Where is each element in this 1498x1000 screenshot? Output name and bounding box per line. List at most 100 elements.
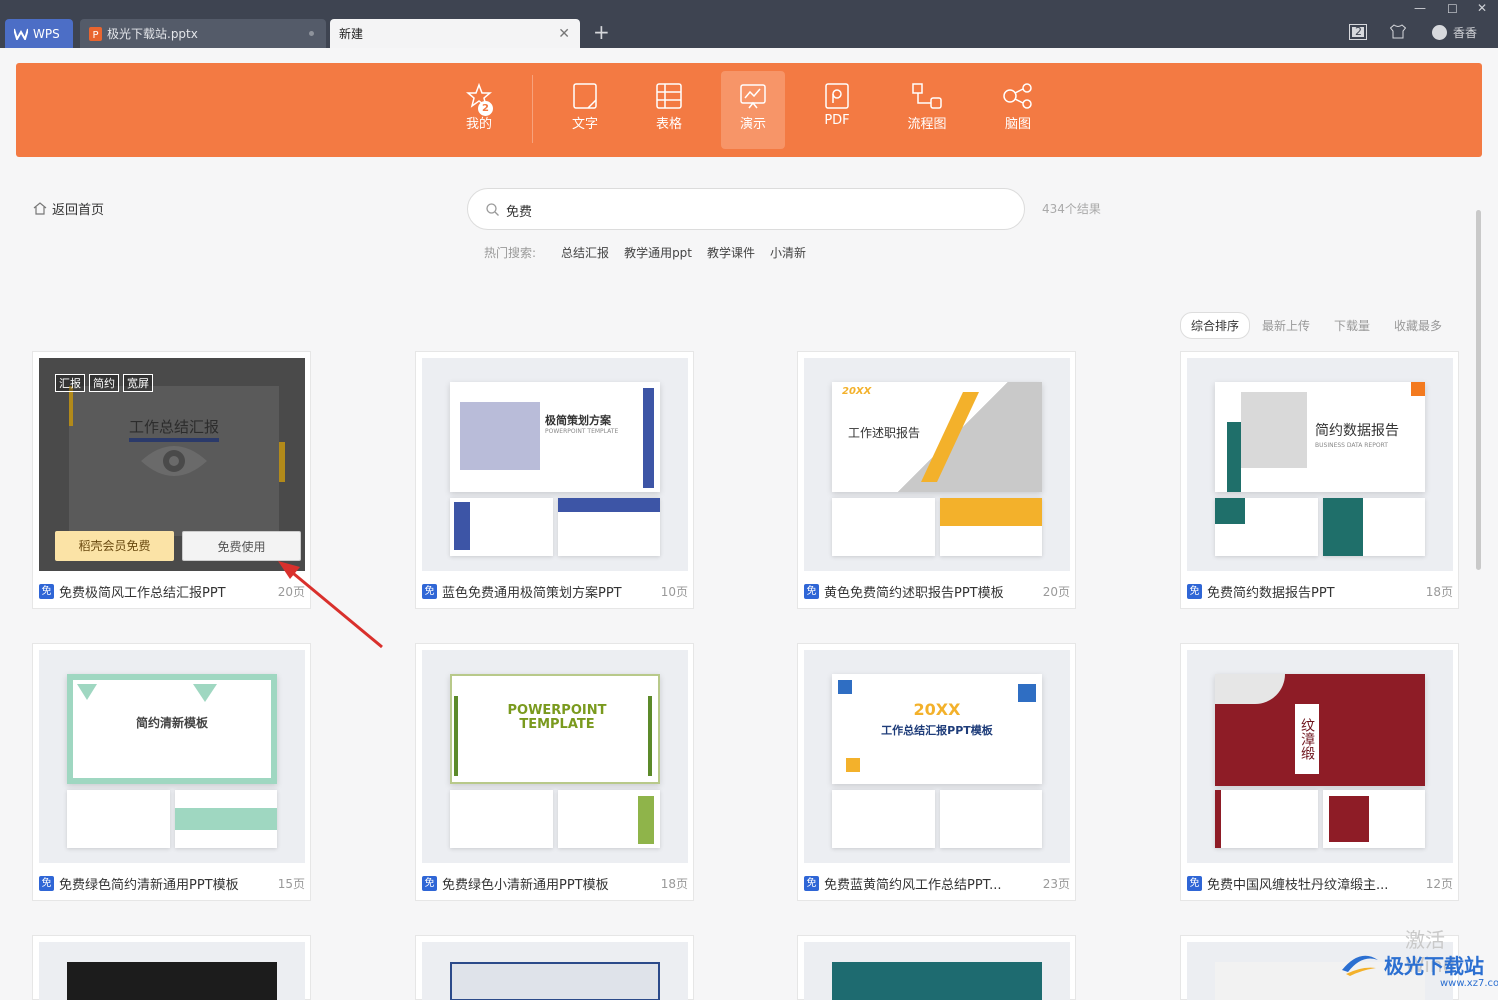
slide-thumb-small: [940, 498, 1042, 556]
hot-search-item[interactable]: 教学课件: [707, 244, 755, 261]
hot-search-item[interactable]: 总结汇报: [561, 244, 609, 261]
window-count-badge[interactable]: 2: [1349, 24, 1367, 40]
vertical-scrollbar[interactable]: [1476, 210, 1481, 570]
slide-thumb-small: [1215, 498, 1318, 556]
card-title[interactable]: 免费绿色小清新通用PPT模板: [442, 874, 655, 893]
template-thumbnail[interactable]: 简约数据报告 BUSINESS DATA REPORT: [1187, 358, 1453, 571]
template-card[interactable]: POWERPOINT TEMPLATE 免 免费绿色小清新通用PPT模板 18页: [415, 643, 694, 901]
slide-decoration: [1215, 674, 1285, 704]
minimize-icon[interactable]: —: [1414, 1, 1426, 15]
slide-subtitle: 20XX: [913, 700, 961, 719]
slide-preview: 简约数据报告 BUSINESS DATA REPORT: [1215, 382, 1425, 492]
presentation-icon: [740, 84, 766, 109]
template-card[interactable]: 20XX 工作述职报告 免 黄色免费简约述职报告PPT模板 20页: [797, 351, 1076, 609]
sort-favorites[interactable]: 收藏最多: [1382, 317, 1454, 334]
slide-preview: 极简策划方案 POWERPOINT TEMPLATE: [450, 382, 660, 492]
card-title[interactable]: 黄色免费简约述职报告PPT模板: [824, 582, 1037, 601]
nav-item-sheet[interactable]: 表格: [637, 71, 701, 149]
category-nav: 2 我的 文字 表格 演示 PDF 流程图 脑图: [16, 63, 1482, 157]
nav-item-doc[interactable]: 文字: [553, 71, 617, 149]
preview-eye-icon[interactable]: [139, 436, 209, 486]
slide-image: [460, 402, 540, 470]
template-thumbnail[interactable]: 纹漳缎: [1187, 650, 1453, 863]
slide-decoration: [1018, 684, 1036, 702]
user-name: 香香: [1453, 26, 1478, 40]
slide-accent: [1411, 382, 1425, 396]
slide-thumb-small: [558, 790, 660, 848]
template-thumbnail[interactable]: 简约清新模板: [39, 650, 305, 863]
card-meta: 免 免费绿色简约清新通用PPT模板 15页: [39, 874, 305, 893]
template-thumbnail[interactable]: 工作总结汇报 汇报 简约 宽屏 稻壳会员免费 免费使用: [39, 358, 305, 571]
card-title[interactable]: 免费简约数据报告PPT: [1207, 582, 1420, 601]
close-window-icon[interactable]: ✕: [1477, 1, 1487, 15]
template-card[interactable]: 极简策划方案 POWERPOINT TEMPLATE 免 蓝色免费通用极简策划方…: [415, 351, 694, 609]
back-home-link[interactable]: 返回首页: [33, 199, 104, 218]
close-tab-icon[interactable]: ✕: [558, 26, 570, 42]
slide-title: 纹漳缎: [1295, 704, 1319, 774]
template-thumbnail[interactable]: 极简策划方案 POWERPOINT TEMPLATE: [422, 358, 688, 571]
card-meta: 免 蓝色免费通用极简策划方案PPT 10页: [422, 582, 688, 601]
mine-badge: 2: [478, 101, 493, 116]
template-card[interactable]: [797, 935, 1076, 1000]
slide-thumb-small: [175, 790, 277, 848]
template-card[interactable]: 纹漳缎 免 免费中国风缠枝牡丹纹漳缎主... 12页: [1180, 643, 1459, 901]
hot-search-item[interactable]: 小清新: [770, 244, 806, 261]
template-thumbnail[interactable]: POWERPOINT TEMPLATE: [422, 650, 688, 863]
card-title[interactable]: 蓝色免费通用极简策划方案PPT: [442, 582, 655, 601]
free-badge: 免: [422, 584, 437, 599]
template-thumbnail[interactable]: [804, 942, 1070, 1000]
vip-free-button[interactable]: 稻壳会员免费: [55, 531, 174, 561]
nav-item-presentation[interactable]: 演示: [721, 71, 785, 149]
nav-item-pdf[interactable]: PDF: [805, 71, 869, 149]
card-title[interactable]: 免费蓝黄简约风工作总结PPT...: [824, 874, 1037, 893]
card-title[interactable]: 免费中国风缠枝牡丹纹漳缎主...: [1207, 874, 1420, 893]
slide-thumb-small: [1323, 498, 1425, 556]
brand-logo-icon: [1342, 955, 1378, 976]
nav-label: PDF: [824, 113, 850, 128]
sort-comprehensive[interactable]: 综合排序: [1180, 312, 1251, 339]
card-meta: 免 免费绿色小清新通用PPT模板 18页: [422, 874, 688, 893]
tab-new[interactable]: 新建 ✕: [330, 19, 580, 48]
template-card[interactable]: 20XX 工作总结汇报PPT模板 免 免费蓝黄简约风工作总结PPT... 23页: [797, 643, 1076, 901]
new-tab-button[interactable]: +: [593, 20, 610, 44]
card-meta: 免 免费极简风工作总结汇报PPT 20页: [39, 582, 305, 601]
search-icon: [486, 203, 499, 216]
page-count: 23页: [1042, 877, 1070, 891]
nav-item-mine[interactable]: 2 我的: [447, 71, 511, 149]
hot-search-item[interactable]: 教学通用ppt: [624, 244, 692, 261]
unsaved-dot-icon: [309, 31, 314, 36]
tag[interactable]: 宽屏: [123, 374, 153, 392]
nav-label: 我的: [465, 117, 492, 132]
tag[interactable]: 简约: [89, 374, 119, 392]
slide-accent: [1227, 422, 1241, 492]
maximize-icon[interactable]: ☐: [1447, 2, 1458, 16]
card-title[interactable]: 免费绿色简约清新通用PPT模板: [59, 874, 272, 893]
template-card[interactable]: [415, 935, 694, 1000]
template-card[interactable]: 简约清新模板 免 免费绿色简约清新通用PPT模板 15页: [32, 643, 311, 901]
slide-thumb-small: [1323, 790, 1425, 848]
sort-newest[interactable]: 最新上传: [1250, 317, 1322, 334]
slide-title: 简约数据报告: [1315, 423, 1399, 439]
skin-icon[interactable]: [1390, 24, 1406, 39]
template-thumbnail[interactable]: 20XX 工作总结汇报PPT模板: [804, 650, 1070, 863]
template-thumbnail[interactable]: [39, 942, 305, 1000]
avatar: [1432, 25, 1447, 40]
card-title[interactable]: 免费极简风工作总结汇报PPT: [59, 582, 272, 601]
nav-label: 表格: [655, 117, 682, 132]
search-input[interactable]: [506, 199, 986, 221]
nav-item-mindmap[interactable]: 脑图: [986, 71, 1050, 149]
nav-item-flowchart[interactable]: 流程图: [895, 71, 959, 149]
sort-downloads[interactable]: 下载量: [1322, 317, 1382, 334]
slide-accent: [643, 388, 654, 488]
tab-wps[interactable]: WPS: [5, 19, 73, 48]
nav-label: 流程图: [907, 117, 947, 132]
search-box[interactable]: [467, 188, 1025, 230]
template-thumbnail[interactable]: [422, 942, 688, 1000]
template-thumbnail[interactable]: 20XX 工作述职报告: [804, 358, 1070, 571]
template-card[interactable]: [32, 935, 311, 1000]
slide-preview: POWERPOINT TEMPLATE: [450, 674, 660, 784]
template-card[interactable]: 简约数据报告 BUSINESS DATA REPORT 免 免费简约数据报告PP…: [1180, 351, 1459, 609]
tag[interactable]: 汇报: [55, 374, 85, 392]
user-account[interactable]: 香香: [1432, 24, 1477, 41]
tab-file[interactable]: P 极光下载站.pptx: [80, 19, 326, 48]
